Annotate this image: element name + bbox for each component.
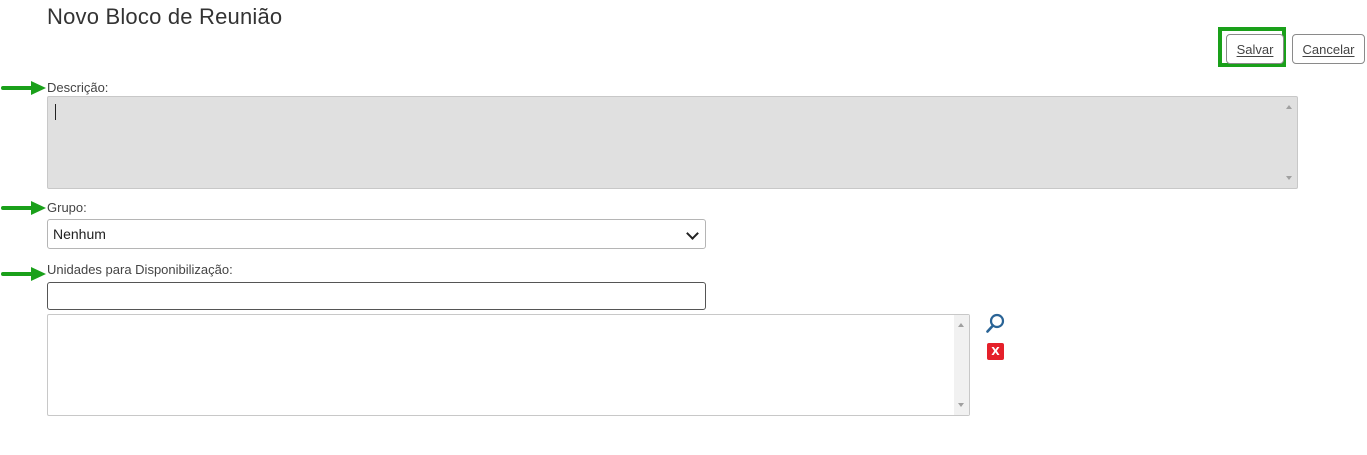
units-label: Unidades para Disponibilização:	[47, 262, 233, 277]
save-button[interactable]: Salvar	[1226, 34, 1284, 64]
units-list[interactable]	[47, 314, 970, 416]
cancel-button[interactable]: Cancelar	[1292, 34, 1365, 64]
scroll-down-icon[interactable]	[958, 403, 964, 407]
description-textarea[interactable]	[47, 96, 1298, 189]
search-icon[interactable]	[985, 312, 1007, 334]
green-arrow-icon	[1, 201, 46, 215]
description-label: Descrição:	[47, 80, 109, 95]
description-scrollbar[interactable]	[1282, 97, 1297, 188]
group-selected-value: Nenhum	[53, 226, 106, 242]
chevron-down-icon	[686, 227, 699, 240]
units-list-scrollbar[interactable]	[954, 315, 969, 415]
scroll-up-icon[interactable]	[958, 323, 964, 327]
group-label: Grupo:	[47, 200, 87, 215]
green-arrow-icon	[1, 267, 46, 281]
scroll-up-icon[interactable]	[1286, 105, 1292, 109]
units-input[interactable]	[47, 282, 706, 310]
green-arrow-icon	[1, 81, 46, 95]
scroll-down-icon[interactable]	[1286, 176, 1292, 180]
remove-icon-glyph: X	[991, 345, 1000, 358]
text-caret	[55, 104, 56, 120]
page-title: Novo Bloco de Reunião	[47, 4, 283, 29]
remove-icon[interactable]: X	[987, 343, 1004, 360]
group-select[interactable]: Nenhum	[47, 219, 706, 249]
